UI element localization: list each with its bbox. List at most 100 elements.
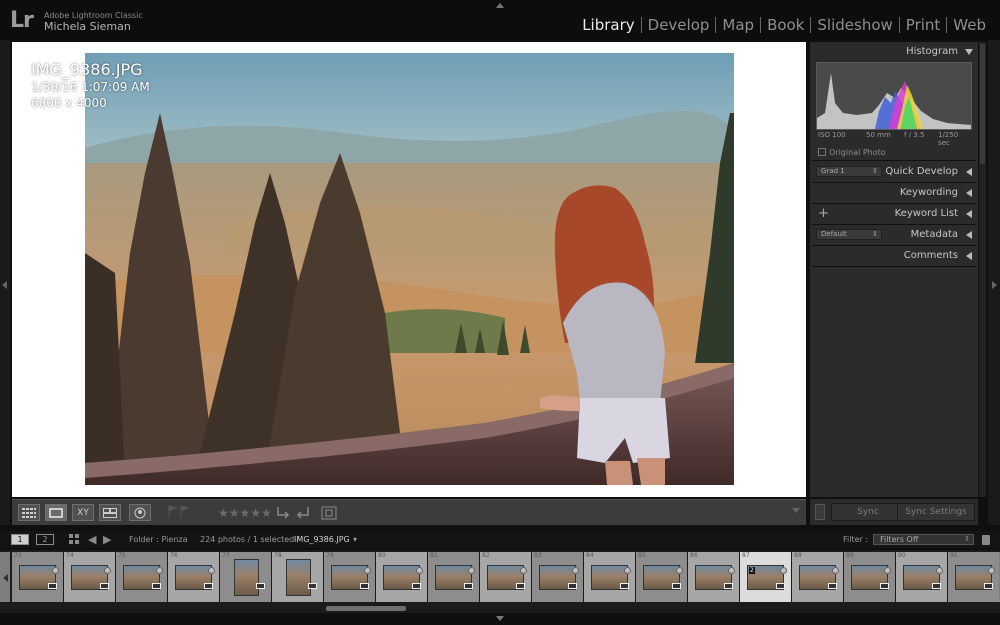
filmstrip-thumbnail[interactable]: 78 <box>272 552 323 602</box>
quick-develop-header[interactable]: Grad 1 ⇕ Quick Develop <box>810 162 978 182</box>
flag-badge-icon <box>520 567 527 574</box>
rotate-left-icon[interactable] <box>275 505 291 523</box>
collapse-top-panel-icon[interactable] <box>496 3 504 8</box>
people-view-button[interactable] <box>129 504 151 521</box>
filmstrip-thumbnail[interactable]: 76 <box>168 552 219 602</box>
filter-label: Filter : <box>843 535 869 544</box>
module-slideshow[interactable]: Slideshow <box>811 16 898 34</box>
back-arrow-icon[interactable]: ◀ <box>88 533 96 546</box>
flag-badge-icon <box>364 567 371 574</box>
filmstrip-scrollbar[interactable] <box>0 605 1000 613</box>
right-panel-scrollbar[interactable] <box>979 42 986 497</box>
filmstrip-thumbnail[interactable]: 85 <box>636 552 687 602</box>
star-rating[interactable]: ★★★★★ <box>218 506 272 520</box>
thumbnail-index: 78 <box>274 552 282 559</box>
filmstrip-thumbnail[interactable]: 90 <box>896 552 947 602</box>
main-monitor-button[interactable]: 1 <box>11 534 29 545</box>
scrollbar-thumb[interactable] <box>980 44 985 164</box>
thumbnail-index: 77 <box>222 552 230 559</box>
filmstrip-thumbnail[interactable]: 73 <box>12 552 63 602</box>
module-book[interactable]: Book <box>761 16 810 34</box>
photo-filename: IMG_9386.JPG <box>31 60 143 79</box>
expand-left-panel-icon[interactable] <box>2 281 7 289</box>
filmstrip-thumbnail[interactable]: 74 <box>64 552 115 602</box>
filmstrip-thumbnail[interactable]: 86 <box>688 552 739 602</box>
thumbnail-index: 85 <box>638 552 646 559</box>
filmstrip-thumbnail[interactable]: 80 <box>376 552 427 602</box>
thumbnail-image <box>286 559 311 596</box>
module-web[interactable]: Web <box>947 16 992 34</box>
module-library[interactable]: Library <box>576 16 640 34</box>
lock-icon[interactable] <box>982 535 990 545</box>
filmstrip-thumbnail[interactable]: 81 <box>428 552 479 602</box>
flag-badge-icon <box>468 567 475 574</box>
thumbnail-index: 86 <box>690 552 698 559</box>
folder-source[interactable]: Folder : Pienza <box>129 535 187 544</box>
filmstrip-thumbnail[interactable]: 83 <box>532 552 583 602</box>
filmstrip-thumbnail[interactable]: 91 <box>948 552 999 602</box>
comments-header[interactable]: Comments <box>810 246 978 266</box>
filename-menu-icon[interactable]: ▾ <box>353 535 357 544</box>
histogram[interactable] <box>816 62 972 130</box>
grid-icon[interactable] <box>69 534 80 545</box>
sync-button[interactable]: Sync <box>831 503 905 521</box>
flag-badge-icon <box>728 567 735 574</box>
flag-badge-icon <box>572 567 579 574</box>
filmstrip-thumbnail[interactable]: 82 <box>480 552 531 602</box>
filmstrip-thumbnail[interactable]: 87 2 <box>740 552 791 602</box>
sync-settings-button[interactable]: Sync Settings <box>897 503 975 521</box>
loupe-view-button[interactable] <box>45 504 67 521</box>
flag-badge-icon <box>676 567 683 574</box>
flag-icon[interactable] <box>167 505 191 523</box>
identity-plate[interactable]: Michela Sieman <box>44 20 131 33</box>
edited-badge-icon <box>516 583 525 589</box>
module-picker: Library Develop Map Book Slideshow Print… <box>576 16 992 34</box>
metadata-preset[interactable]: Default ⇕ <box>816 229 882 240</box>
compare-view-button[interactable]: XY <box>72 504 94 521</box>
panel-divider <box>812 160 976 161</box>
auto-sync-switch[interactable] <box>815 504 825 520</box>
collapse-filmstrip-icon[interactable] <box>496 616 504 621</box>
metadata-header[interactable]: Default ⇕ Metadata <box>810 225 978 245</box>
filmstrip-thumbnail[interactable]: 89 <box>844 552 895 602</box>
forward-arrow-icon[interactable]: ▶ <box>103 533 111 546</box>
original-photo-toggle[interactable]: Original Photo <box>818 148 886 157</box>
expand-icon <box>966 210 972 218</box>
add-keyword-button[interactable]: + <box>818 206 829 221</box>
module-develop[interactable]: Develop <box>642 16 716 34</box>
filter-dropdown[interactable]: Filters Off ⇕ <box>873 534 974 545</box>
quick-develop-preset[interactable]: Grad 1 ⇕ <box>816 166 882 177</box>
rotate-right-icon[interactable] <box>295 505 311 523</box>
crop-overlay-icon[interactable] <box>320 505 338 525</box>
filmstrip-thumbnail[interactable]: 75 <box>116 552 167 602</box>
survey-view-icon <box>103 507 117 518</box>
histogram-header[interactable]: Histogram <box>810 42 978 62</box>
module-print[interactable]: Print <box>900 16 947 34</box>
filmstrip-thumbnail[interactable]: 84 <box>584 552 635 602</box>
thumbnail-index: 88 <box>794 552 802 559</box>
survey-view-button[interactable] <box>99 504 121 521</box>
histogram-info: ISO 100 50 mm f / 3.5 1/250 sec <box>818 131 970 147</box>
current-filename[interactable]: IMG_9386.JPG <box>294 535 350 544</box>
flag-badge-icon <box>832 567 839 574</box>
keywording-header[interactable]: Keywording <box>810 183 978 203</box>
toolbar-options-icon[interactable] <box>792 508 800 513</box>
keyword-list-header[interactable]: + Keyword List <box>810 204 978 224</box>
grid-view-button[interactable] <box>18 504 40 521</box>
photo-info-overlay: IMG_9386.JPG 1/30/16 1:07:09 AM 6000 x 4… <box>31 60 150 111</box>
filmstrip-thumbnail[interactable]: 77 <box>220 552 271 602</box>
collapse-right-panel-icon[interactable] <box>992 281 997 289</box>
expand-icon <box>966 189 972 197</box>
loupe-view[interactable]: IMG_9386.JPG 1/30/16 1:07:09 AM 6000 x 4… <box>12 42 806 497</box>
filmstrip-scroll-thumb[interactable] <box>326 606 406 611</box>
second-monitor-button[interactable]: 2 <box>36 534 54 545</box>
filmstrip-thumbnail[interactable]: 79 <box>324 552 375 602</box>
filmstrip-thumbnail[interactable]: 88 <box>792 552 843 602</box>
quick-develop-label: Quick Develop <box>885 166 958 177</box>
checkbox[interactable] <box>818 148 826 156</box>
thumbnail-badge-label: 2 <box>749 567 755 574</box>
scroll-left-icon[interactable] <box>3 574 8 582</box>
edited-badge-icon <box>984 583 993 589</box>
flag-badge-icon <box>416 567 423 574</box>
module-map[interactable]: Map <box>716 16 760 34</box>
